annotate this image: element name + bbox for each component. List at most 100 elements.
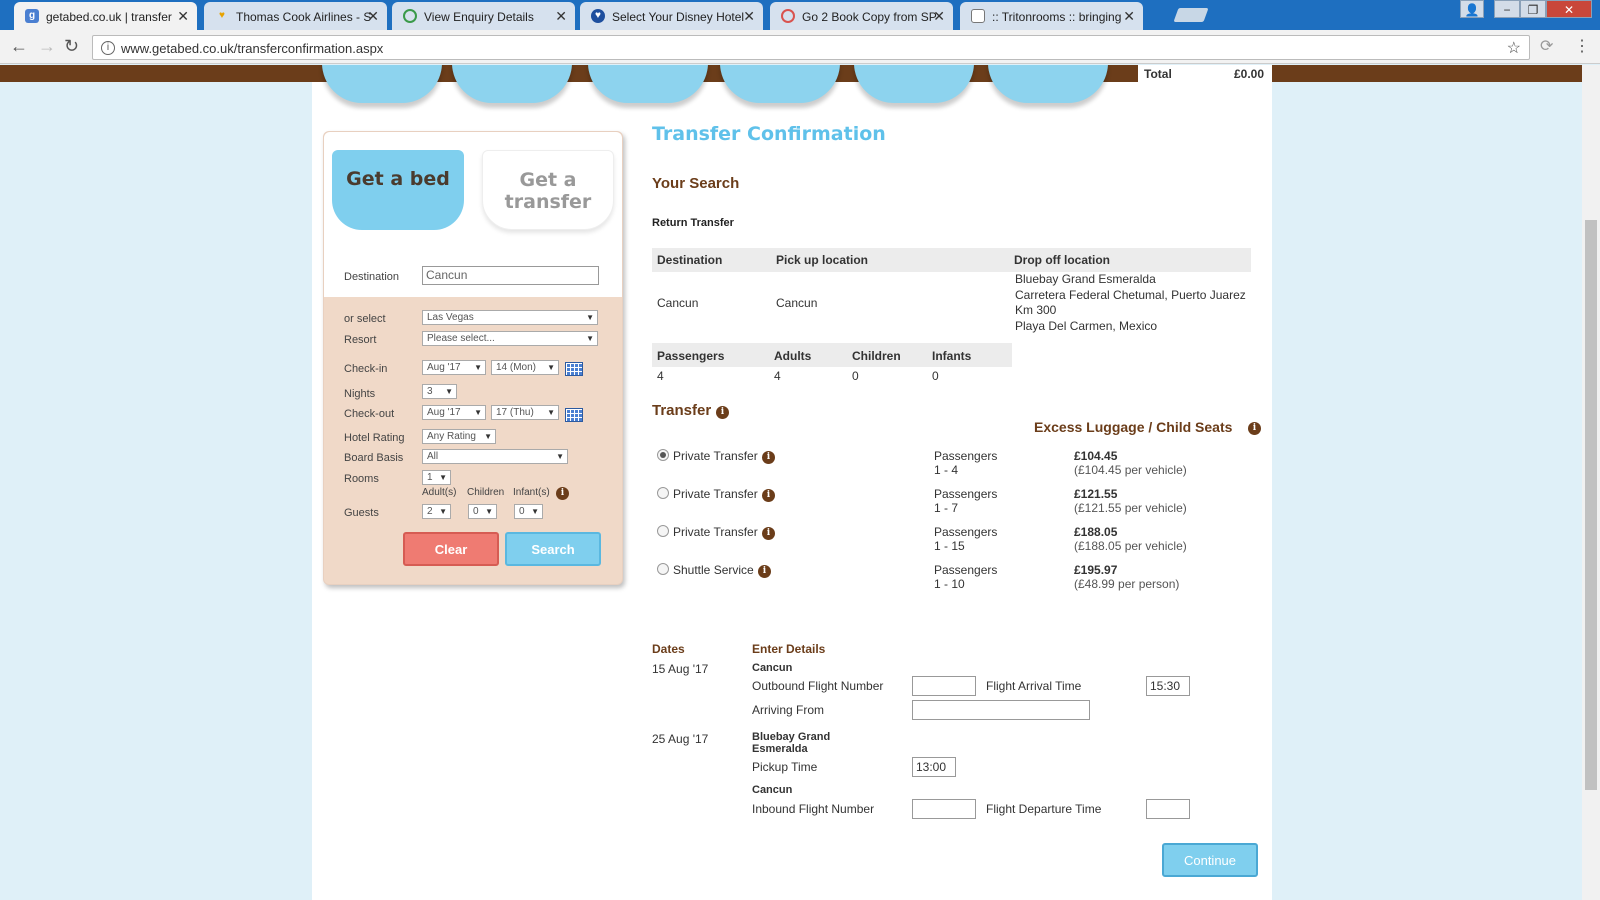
calendar-icon[interactable] xyxy=(565,362,583,376)
user-icon[interactable]: 👤 xyxy=(1460,0,1484,18)
pickup-time-input[interactable]: 13:00 xyxy=(912,757,956,777)
resort-select[interactable]: Please select... xyxy=(422,331,598,346)
tab-get-a-transfer[interactable]: Get a transfer xyxy=(482,150,614,230)
reload-icon[interactable]: ↻ xyxy=(64,36,79,57)
tab-bed-label: Get a bed xyxy=(346,168,450,190)
info-icon[interactable]: i xyxy=(716,406,729,419)
option-unit-price: (£121.55 per vehicle) xyxy=(1074,501,1187,515)
infants-value: 0 xyxy=(932,369,939,383)
scrollbar[interactable] xyxy=(1582,65,1600,900)
dropoff-line: Km 300 xyxy=(1015,303,1057,317)
pickup-header: Pick up location xyxy=(776,253,869,267)
checkout-label: Check-out xyxy=(344,408,395,420)
scrollbar-thumb[interactable] xyxy=(1585,220,1597,790)
info-icon[interactable]: i xyxy=(1248,422,1261,435)
star-icon[interactable]: ☆ xyxy=(1507,38,1521,58)
info-icon[interactable]: i xyxy=(101,41,115,55)
arrival-time-input[interactable]: 15:30 xyxy=(1146,676,1190,696)
info-icon[interactable]: i xyxy=(762,451,775,464)
browser-tab-getabed[interactable]: g getabed.co.uk | transfer ✕ xyxy=(14,2,197,30)
new-tab-button[interactable] xyxy=(1173,8,1209,22)
back-arrow-icon[interactable]: ← xyxy=(10,36,28,57)
hotel-rating-select[interactable]: Any Rating xyxy=(422,429,496,444)
maximize-icon[interactable]: ❐ xyxy=(1520,0,1546,18)
close-tab-icon[interactable]: ✕ xyxy=(933,8,945,25)
tab-title: :: Tritonrooms :: bringing xyxy=(992,10,1122,24)
browser-tab-thomascook[interactable]: ♥ Thomas Cook Airlines - S ✕ xyxy=(204,2,387,30)
excess-luggage-heading: Excess Luggage / Child Seats xyxy=(1034,419,1233,435)
transfer-option-name: Shuttle Service xyxy=(673,563,754,577)
browser-tab-go2book[interactable]: Go 2 Book Copy from SP ✕ xyxy=(770,2,953,30)
heart-favicon-icon: ♥ xyxy=(219,10,225,21)
checkin-day-select[interactable]: 14 (Mon) xyxy=(491,360,559,375)
checkout-day-select[interactable]: 17 (Thu) xyxy=(491,405,559,420)
calendar-icon[interactable] xyxy=(565,408,583,422)
tab-title: Go 2 Book Copy from SP xyxy=(802,10,937,24)
info-icon[interactable]: i xyxy=(758,565,771,578)
destination-header: Destination xyxy=(657,253,723,267)
dropoff-line: Carretera Federal Chetumal, Puerto Juare… xyxy=(1015,288,1246,302)
inbound-location: Cancun xyxy=(752,784,793,796)
board-basis-select[interactable]: All xyxy=(422,449,568,464)
transfer-option-radio[interactable] xyxy=(657,449,669,461)
browser-tab-enquiry[interactable]: View Enquiry Details ✕ xyxy=(392,2,575,30)
total-value: £0.00 xyxy=(1233,67,1264,81)
close-tab-icon[interactable]: ✕ xyxy=(367,8,379,25)
destination-value: Cancun xyxy=(657,296,699,310)
destination-input[interactable]: Cancun xyxy=(422,266,599,285)
minimize-icon[interactable]: − xyxy=(1494,0,1520,18)
address-bar[interactable]: i www.getabed.co.uk/transferconfirmation… xyxy=(92,35,1530,60)
tab-title: Select Your Disney Hotel xyxy=(612,10,745,24)
window-close-icon[interactable]: ✕ xyxy=(1546,0,1592,18)
browser-toolbar: ← → ↻ i www.getabed.co.uk/transferconfir… xyxy=(0,30,1600,64)
browser-tab-disney[interactable]: ♥ Select Your Disney Hotel ✕ xyxy=(580,2,763,30)
forward-arrow-icon[interactable]: → xyxy=(38,36,56,57)
passengers-range: 1 - 15 xyxy=(934,539,965,553)
clear-button[interactable]: Clear xyxy=(403,532,499,566)
infants-select[interactable]: 0 xyxy=(514,504,543,519)
info-icon[interactable]: i xyxy=(762,489,775,502)
transfer-option-name: Private Transfer xyxy=(673,525,758,539)
checkout-month-select[interactable]: Aug '17 xyxy=(422,405,486,420)
total-label: Total xyxy=(1144,67,1172,81)
continue-button[interactable]: Continue xyxy=(1162,843,1258,877)
getabed-favicon-icon: g xyxy=(25,9,39,23)
transfer-option-radio[interactable] xyxy=(657,525,669,537)
close-tab-icon[interactable]: ✕ xyxy=(743,8,755,25)
tab-transfer-label: Get a transfer xyxy=(504,169,592,213)
arriving-from-input[interactable] xyxy=(912,700,1090,720)
info-icon[interactable]: i xyxy=(762,527,775,540)
transfer-option-radio[interactable] xyxy=(657,563,669,575)
outbound-flight-input[interactable] xyxy=(912,676,976,696)
departure-time-input[interactable] xyxy=(1146,799,1190,819)
tab-get-a-bed[interactable]: Get a bed xyxy=(332,150,464,230)
close-tab-icon[interactable]: ✕ xyxy=(177,8,189,25)
passengers-label: Passengers xyxy=(934,449,998,463)
close-tab-icon[interactable]: ✕ xyxy=(555,8,567,25)
nights-select[interactable]: 3 xyxy=(422,384,457,399)
menu-icon[interactable]: ⋮ xyxy=(1574,36,1590,56)
passengers-range: 1 - 4 xyxy=(934,463,959,477)
rooms-select[interactable]: 1 xyxy=(422,470,451,485)
inbound-date: 25 Aug '17 xyxy=(652,732,709,746)
rooms-label: Rooms xyxy=(344,473,379,485)
close-tab-icon[interactable]: ✕ xyxy=(1123,8,1135,25)
search-button[interactable]: Search xyxy=(505,532,601,566)
inbound-flight-input[interactable] xyxy=(912,799,976,819)
search-table-header xyxy=(652,248,1251,272)
info-icon[interactable]: i xyxy=(556,487,569,500)
option-price: £188.05 xyxy=(1074,525,1118,539)
dates-heading: Dates xyxy=(652,642,685,656)
option-price: £195.97 xyxy=(1074,563,1118,577)
nights-label: Nights xyxy=(344,388,376,400)
chrome-favicon-icon xyxy=(403,9,417,23)
checkin-month-select[interactable]: Aug '17 xyxy=(422,360,486,375)
browser-tab-tritonrooms[interactable]: :: Tritonrooms :: bringing ✕ xyxy=(960,2,1143,30)
return-transfer-label: Return Transfer xyxy=(652,217,734,229)
children-select[interactable]: 0 xyxy=(468,504,497,519)
transfer-option-radio[interactable] xyxy=(657,487,669,499)
destination-select[interactable]: Las Vegas xyxy=(422,310,598,325)
adults-select[interactable]: 2 xyxy=(422,504,451,519)
destination-label: Destination xyxy=(344,271,400,283)
extension-icon[interactable]: ⟳ xyxy=(1540,36,1553,56)
